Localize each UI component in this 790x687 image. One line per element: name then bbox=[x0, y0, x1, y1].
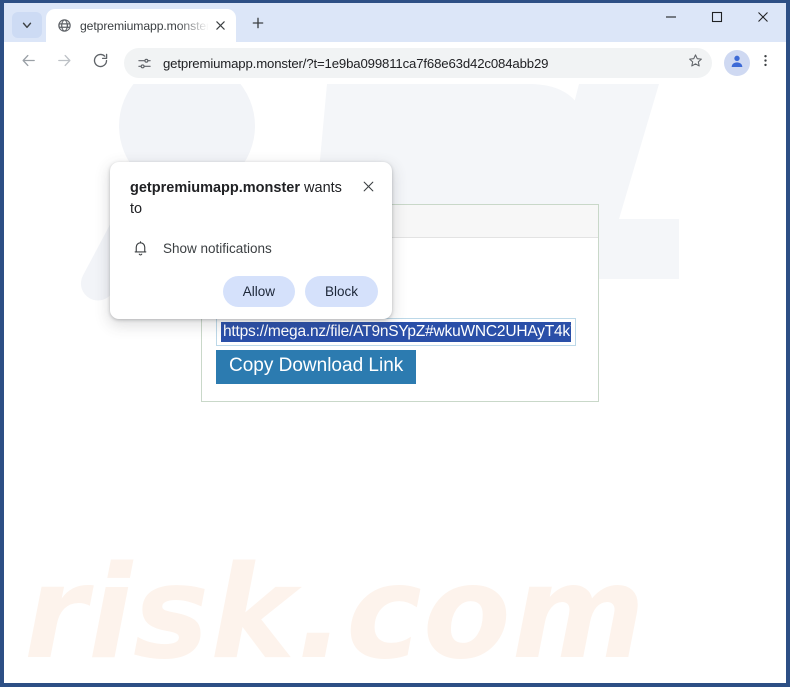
bell-icon bbox=[130, 238, 150, 258]
chrome-browser: getpremiumapp.monster/?t=1e bbox=[4, 3, 786, 683]
star-icon bbox=[688, 53, 703, 73]
browser-menu-button[interactable] bbox=[752, 50, 778, 76]
chevron-down-icon bbox=[20, 18, 34, 32]
reload-button[interactable] bbox=[85, 48, 115, 78]
forward-arrow-icon bbox=[56, 52, 73, 74]
profile-avatar-icon bbox=[729, 53, 745, 74]
prompt-actions: Allow Block bbox=[130, 276, 378, 308]
block-button[interactable]: Block bbox=[304, 276, 378, 308]
close-icon bbox=[757, 10, 769, 28]
back-button[interactable] bbox=[13, 48, 43, 78]
browser-tab[interactable]: getpremiumapp.monster/?t=1e bbox=[46, 9, 236, 42]
profile-button[interactable] bbox=[724, 50, 750, 76]
prompt-close-button[interactable] bbox=[358, 179, 378, 199]
allow-button[interactable]: Allow bbox=[222, 276, 295, 308]
new-tab-button[interactable] bbox=[244, 11, 272, 39]
close-window-button[interactable] bbox=[740, 3, 786, 35]
tab-strip: getpremiumapp.monster/?t=1e bbox=[4, 3, 786, 42]
bookmark-button[interactable] bbox=[682, 50, 708, 76]
maximize-button[interactable] bbox=[694, 3, 740, 35]
three-dot-menu-icon bbox=[758, 53, 773, 73]
prompt-header: getpremiumapp.monster wants to bbox=[130, 178, 378, 220]
globe-icon bbox=[56, 18, 72, 34]
page-viewport: risk.com dy... 5 RL in browser https://m… bbox=[4, 84, 786, 683]
maximize-icon bbox=[711, 10, 723, 28]
back-arrow-icon bbox=[20, 52, 37, 74]
download-link-input[interactable]: https://mega.nz/file/AT9nSYpZ#wkuWNC2UHA… bbox=[221, 322, 571, 342]
address-bar-url[interactable]: getpremiumapp.monster/?t=1e9ba099811ca7f… bbox=[163, 56, 682, 71]
download-link-field-wrapper[interactable]: https://mega.nz/file/AT9nSYpZ#wkuWNC2UHA… bbox=[216, 318, 576, 346]
minimize-button[interactable] bbox=[648, 3, 694, 35]
browser-toolbar: getpremiumapp.monster/?t=1e9ba099811ca7f… bbox=[4, 42, 786, 84]
prompt-title: getpremiumapp.monster wants to bbox=[130, 178, 358, 220]
tab-title: getpremiumapp.monster/?t=1e bbox=[80, 18, 210, 33]
permission-request-row: Show notifications bbox=[130, 238, 378, 258]
notification-permission-prompt: getpremiumapp.monster wants to Show noti… bbox=[110, 162, 392, 320]
copy-download-link-button[interactable]: Copy Download Link bbox=[216, 350, 417, 384]
watermark-text: risk.com bbox=[24, 539, 647, 683]
tab-close-button[interactable] bbox=[210, 16, 230, 36]
close-icon bbox=[362, 180, 375, 198]
reload-icon bbox=[92, 52, 109, 74]
permission-request-label: Show notifications bbox=[163, 240, 272, 256]
plus-icon bbox=[251, 16, 265, 35]
minimize-icon bbox=[665, 10, 677, 28]
address-bar[interactable]: getpremiumapp.monster/?t=1e9ba099811ca7f… bbox=[124, 48, 712, 78]
browser-window: getpremiumapp.monster/?t=1e bbox=[0, 0, 790, 687]
window-controls bbox=[648, 3, 786, 42]
forward-button[interactable] bbox=[49, 48, 79, 78]
site-settings-icon[interactable] bbox=[134, 53, 154, 73]
prompt-origin: getpremiumapp.monster bbox=[130, 180, 300, 196]
tab-search-button[interactable] bbox=[12, 12, 42, 38]
